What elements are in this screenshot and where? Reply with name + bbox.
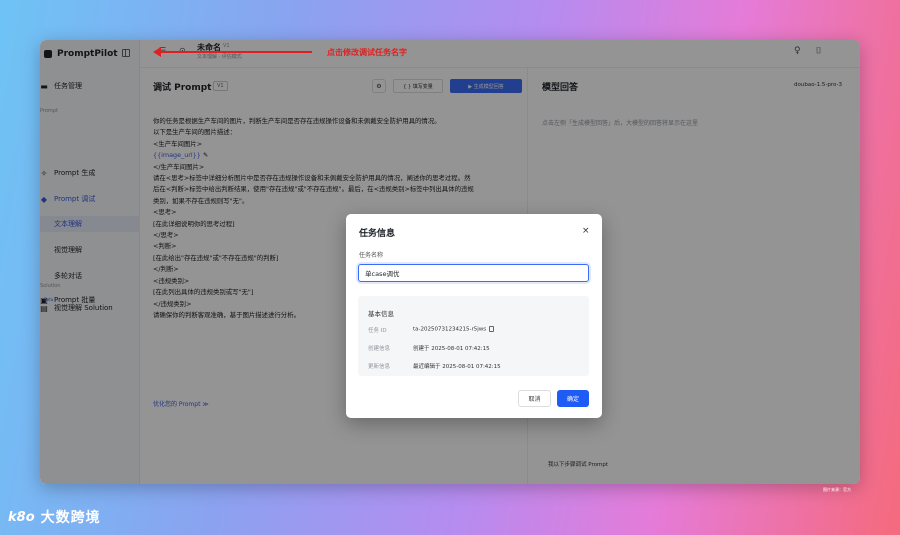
task-name-input[interactable] (358, 264, 589, 282)
source-note: 图片来源：官方 (823, 487, 851, 492)
basic-info-section: 基本信息 任务 ID ta-20250731234215-r5jws 创建信息 … (358, 296, 589, 376)
cancel-button[interactable]: 取消 (518, 390, 551, 407)
created-label: 创建信息 (368, 346, 391, 352)
watermark: k8o 大数跨境 (8, 507, 101, 527)
watermark-logo: k8o (8, 509, 35, 525)
task-id-value: ta-20250731234215-r5jws (413, 326, 495, 333)
task-info-dialog: 任务信息 × 任务名称 基本信息 任务 ID ta-20250731234215… (346, 214, 602, 418)
copy-icon[interactable] (489, 326, 495, 332)
watermark-text: 大数跨境 (40, 510, 101, 526)
updated-label: 更新信息 (368, 364, 391, 370)
created-value: 创建于 2025-08-01 07:42:15 (413, 346, 490, 352)
close-icon[interactable]: × (582, 226, 590, 236)
task-id-label: 任务 ID (368, 328, 387, 334)
confirm-button[interactable]: 确定 (557, 390, 589, 407)
dialog-title: 任务信息 (359, 229, 396, 239)
updated-value: 最近编辑于 2025-08-01 07:42:15 (413, 364, 501, 370)
annotation-text: 点击修改调试任务名字 (327, 48, 407, 57)
task-name-label: 任务名称 (359, 252, 384, 259)
annotation-arrow (153, 47, 312, 57)
basic-info-title: 基本信息 (368, 310, 394, 318)
